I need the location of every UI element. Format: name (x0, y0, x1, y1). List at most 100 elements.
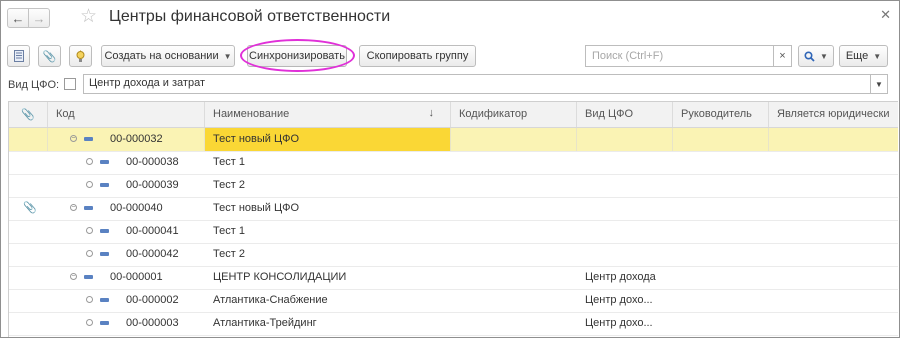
header-name[interactable]: Наименование ↓ (205, 102, 451, 127)
filter-label: Вид ЦФО: (8, 79, 60, 91)
table-row[interactable]: 00-000038 Тест 1 (9, 151, 898, 175)
close-icon[interactable]: ✕ (880, 7, 891, 23)
favorite-star-icon[interactable]: ☆ (80, 6, 97, 28)
table-row[interactable]: − 00-000032 Тест новый ЦФО (9, 128, 898, 152)
attachment-cell (9, 312, 48, 335)
table-row[interactable]: 00-000042 Тест 2 (9, 243, 898, 267)
table-row[interactable]: 00-000041 Тест 1 (9, 220, 898, 244)
codifier-cell (451, 174, 577, 197)
filter-field[interactable]: Центр дохода и затрат (83, 74, 871, 94)
attach-button[interactable]: 📎 (38, 45, 61, 67)
manager-cell (673, 128, 769, 151)
forward-arrow-icon[interactable]: → (28, 8, 50, 28)
catalog-item-icon (100, 183, 109, 187)
hint-button[interactable] (69, 45, 92, 67)
codifier-cell (451, 220, 577, 243)
cfo-type-cell: Центр дохо... (585, 317, 653, 329)
collapse-icon[interactable]: − (70, 135, 77, 142)
chevron-down-icon: ▼ (873, 51, 882, 61)
legal-entity-cell (769, 289, 898, 312)
filter-dropdown-icon[interactable]: ▼ (870, 74, 888, 94)
legal-entity-cell (769, 128, 898, 151)
table-row[interactable]: 00-000039 Тест 2 (9, 174, 898, 198)
code-cell: − 00-000032 (48, 128, 205, 151)
create-based-on-button[interactable]: Создать на основании ▼ (101, 45, 235, 67)
attachment-cell (9, 174, 48, 197)
manager-cell (673, 266, 769, 289)
codifier-cell (451, 266, 577, 289)
code-value: 00-000001 (110, 271, 163, 283)
cfo-type-cell (577, 197, 673, 220)
tree-leaf-icon (86, 158, 93, 165)
header-legal-entity[interactable]: Является юридически (769, 102, 898, 127)
legal-entity-cell (769, 174, 898, 197)
tree-leaf-icon (86, 250, 93, 257)
manager-cell (673, 197, 769, 220)
code-value: 00-000002 (126, 294, 179, 306)
manager-cell (673, 312, 769, 335)
code-value: 00-000032 (110, 133, 163, 145)
code-cell: 00-000002 (48, 289, 205, 312)
legal-entity-cell (769, 197, 898, 220)
attachment-cell (9, 128, 48, 151)
more-button[interactable]: Еще ▼ (839, 45, 888, 67)
legal-entity-cell (769, 151, 898, 174)
codifier-cell (451, 197, 577, 220)
report-list-button[interactable] (7, 45, 30, 67)
codifier-cell (451, 151, 577, 174)
code-cell: 00-000003 (48, 312, 205, 335)
document-list-icon (13, 50, 24, 62)
attachment-cell (9, 151, 48, 174)
search-clear-icon[interactable]: × (774, 45, 792, 67)
header-codifier[interactable]: Кодификатор (451, 102, 577, 127)
header-attachment[interactable]: 📎 (9, 102, 48, 127)
legal-entity-cell (769, 266, 898, 289)
manager-cell (673, 289, 769, 312)
search-input[interactable] (585, 45, 774, 67)
create-based-on-label: Создать на основании (104, 50, 219, 62)
table-row[interactable]: − 00-000001 ЦЕНТР КОНСОЛИДАЦИИ Центр дохода (9, 266, 898, 290)
search-button[interactable]: ▼ (798, 45, 834, 67)
synchronize-label: Синхронизировать (249, 50, 345, 62)
code-cell: − 00-000001 (48, 266, 205, 289)
table-row[interactable]: 00-000003 Атлантика-Трейдинг Центр дохо... (9, 312, 898, 336)
manager-cell (673, 220, 769, 243)
cfo-type-cell (577, 243, 673, 266)
header-code[interactable]: Код (48, 102, 205, 127)
page-title: Центры финансовой ответственности (109, 8, 391, 25)
back-arrow-icon[interactable]: ← (7, 8, 29, 28)
table-header: 📎 Код Наименование ↓ Кодификатор Вид ЦФО… (9, 102, 898, 128)
tree-leaf-icon (86, 296, 93, 303)
form-window: ← → ☆ Центры финансовой ответственности … (0, 0, 900, 338)
header-cfo-type[interactable]: Вид ЦФО (577, 102, 673, 127)
cfo-type-cell (577, 220, 673, 243)
code-value: 00-000042 (126, 248, 179, 260)
name-cell: Тест 2 (213, 248, 245, 260)
table-row[interactable]: 📎 − 00-000040 Тест новый ЦФО (9, 197, 898, 221)
codifier-cell (451, 128, 577, 151)
attachment-cell (9, 243, 48, 266)
chevron-down-icon: ▼ (820, 51, 828, 61)
table-row[interactable]: 00-000002 Атлантика-Снабжение Центр дохо..… (9, 289, 898, 313)
header-manager[interactable]: Руководитель (673, 102, 769, 127)
chevron-down-icon: ▼ (223, 51, 232, 61)
name-cell: Атлантика-Снабжение (213, 294, 328, 306)
catalog-item-icon (100, 229, 109, 233)
name-cell: Атлантика-Трейдинг (213, 317, 317, 329)
collapse-icon[interactable]: − (70, 204, 77, 211)
synchronize-button[interactable]: Синхронизировать (247, 45, 347, 67)
catalog-item-icon (100, 252, 109, 256)
tree-leaf-icon (86, 181, 93, 188)
copy-group-button[interactable]: Скопировать группу (359, 45, 476, 67)
legal-entity-cell (769, 312, 898, 335)
paperclip-icon: 📎 (42, 50, 57, 63)
name-cell: Тест 2 (213, 179, 245, 191)
catalog-item-icon (100, 298, 109, 302)
filter-checkbox[interactable] (64, 78, 76, 90)
name-cell: Тест новый ЦФО (205, 128, 451, 151)
code-cell: 00-000042 (48, 243, 205, 266)
codifier-cell (451, 289, 577, 312)
collapse-icon[interactable]: − (70, 273, 77, 280)
manager-cell (673, 151, 769, 174)
cfo-table: 📎 Код Наименование ↓ Кодификатор Вид ЦФО… (8, 101, 898, 337)
